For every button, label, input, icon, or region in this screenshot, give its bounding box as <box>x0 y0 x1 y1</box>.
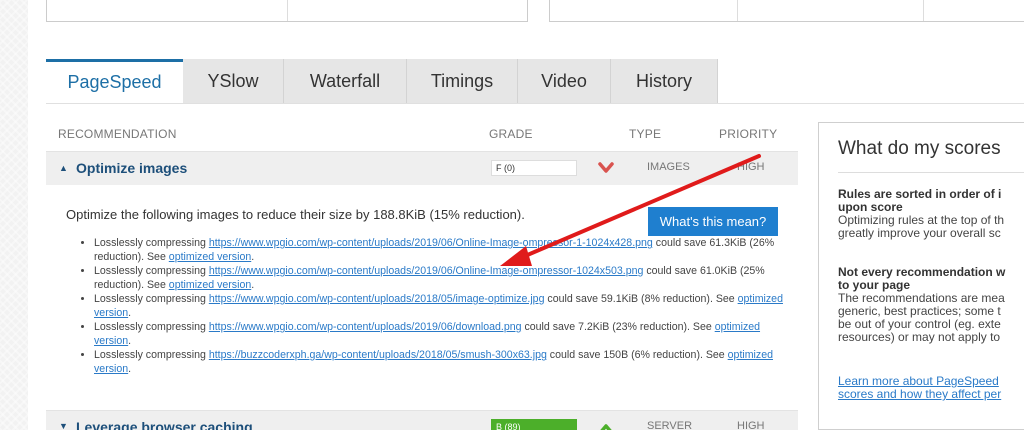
optimized-version-link[interactable]: optimized version <box>169 279 251 291</box>
tab-waterfall[interactable]: Waterfall <box>284 59 407 103</box>
list-item: Losslessly compressing https://www.wpgio… <box>94 236 784 264</box>
item-prefix: Losslessly compressing <box>94 349 209 361</box>
item-prefix: Losslessly compressing <box>94 293 209 305</box>
tab-video[interactable]: Video <box>518 59 611 103</box>
grade-badge: F (0) <box>491 160 577 176</box>
type-label: SERVER <box>647 420 693 430</box>
top-summary-card-right <box>549 0 1024 22</box>
item-end: . <box>251 279 255 291</box>
col-priority: PRIORITY <box>719 127 778 141</box>
list-item: Losslessly compressing https://www.wpgio… <box>94 264 784 292</box>
optimized-version-link[interactable]: optimized version <box>169 251 251 263</box>
expand-triangle-icon[interactable]: ▼ <box>59 421 68 430</box>
item-end: . <box>128 307 132 319</box>
col-type: TYPE <box>629 127 662 141</box>
grade-badge: B (89) <box>491 419 577 430</box>
tabs-divider <box>46 103 1024 104</box>
panel-title: What do my scores <box>838 138 1001 159</box>
image-list: Losslessly compressing https://www.wpgio… <box>94 236 784 376</box>
item-end: . <box>128 335 132 347</box>
tab-history[interactable]: History <box>611 59 718 103</box>
recommendation-title[interactable]: Optimize images <box>76 160 187 176</box>
item-savings: could save 7.2KiB (23% reduction). See <box>521 321 715 333</box>
item-prefix: Losslessly compressing <box>94 237 209 249</box>
item-prefix: Losslessly compressing <box>94 265 209 277</box>
info-block-sorted: Rules are sorted in order of i upon scor… <box>838 187 1005 240</box>
col-recommendation: RECOMMENDATION <box>58 127 177 141</box>
image-url-link[interactable]: https://www.wpgio.com/wp-content/uploads… <box>209 321 522 333</box>
image-url-link[interactable]: https://buzzcoderxph.ga/wp-content/uploa… <box>209 349 547 361</box>
priority-label: HIGH <box>737 161 765 173</box>
tab-pagespeed[interactable]: PageSpeed <box>46 59 183 103</box>
chevron-up-icon <box>600 424 612 430</box>
collapse-triangle-icon[interactable]: ▲ <box>59 163 68 173</box>
col-grade: GRADE <box>489 127 533 141</box>
tab-yslow[interactable]: YSlow <box>183 59 284 103</box>
info-block-recommendations: Not every recommendation w to your page … <box>838 265 1006 344</box>
learn-more-link-block: Learn more about PageSpeed scores and ho… <box>838 375 1024 401</box>
recommendation-row-optimize-images[interactable]: ▲ Optimize images F (0) IMAGES HIGH <box>46 151 798 185</box>
learn-more-link-continued[interactable]: scores and how they affect per <box>838 387 1001 401</box>
image-url-link[interactable]: https://www.wpgio.com/wp-content/uploads… <box>209 237 653 249</box>
item-savings: could save 150B (6% reduction). See <box>546 349 728 361</box>
chevron-down-icon <box>598 162 614 173</box>
type-label: IMAGES <box>647 161 690 173</box>
list-item: Losslessly compressing https://www.wpgio… <box>94 320 784 348</box>
recommendation-detail: Optimize the following images to reduce … <box>46 185 798 410</box>
report-tabs: PageSpeed YSlow Waterfall Timings Video … <box>46 59 718 103</box>
whats-this-mean-button[interactable]: What's this mean? <box>648 207 778 236</box>
priority-label: HIGH <box>737 420 765 430</box>
tab-timings[interactable]: Timings <box>407 59 518 103</box>
table-header: RECOMMENDATION GRADE TYPE PRIORITY <box>46 127 798 145</box>
list-item: Losslessly compressing https://www.wpgio… <box>94 292 784 320</box>
top-summary-card-left <box>46 0 528 22</box>
item-end: . <box>128 363 132 375</box>
item-savings: could save 59.1KiB (8% reduction). See <box>544 293 738 305</box>
detail-summary: Optimize the following images to reduce … <box>66 207 525 222</box>
image-url-link[interactable]: https://www.wpgio.com/wp-content/uploads… <box>209 265 644 277</box>
recommendation-row-leverage-browser-caching[interactable]: ▼ Leverage browser caching B (89) SERVER… <box>46 410 798 430</box>
report-sheet: PageSpeed YSlow Waterfall Timings Video … <box>28 0 1024 430</box>
recommendation-title[interactable]: Leverage browser caching <box>76 419 253 430</box>
learn-more-link[interactable]: Learn more about PageSpeed <box>838 374 999 388</box>
image-url-link[interactable]: https://www.wpgio.com/wp-content/uploads… <box>209 293 545 305</box>
list-item: Losslessly compressing https://buzzcoder… <box>94 348 784 376</box>
item-end: . <box>251 251 255 263</box>
scores-info-panel: What do my scores Rules are sorted in or… <box>818 122 1024 430</box>
item-prefix: Losslessly compressing <box>94 321 209 333</box>
